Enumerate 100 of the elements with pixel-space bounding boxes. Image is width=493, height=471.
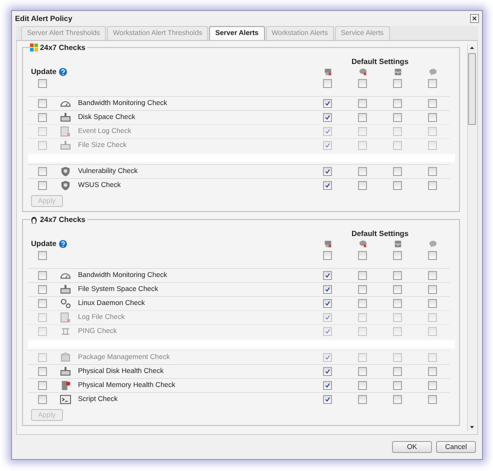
checkbox[interactable] <box>358 141 367 150</box>
checkbox[interactable] <box>323 395 332 404</box>
checkbox[interactable] <box>393 381 402 390</box>
checkbox[interactable] <box>323 127 332 136</box>
checkbox[interactable] <box>393 327 402 336</box>
memory-icon <box>60 380 71 391</box>
checkbox[interactable] <box>38 141 47 150</box>
checkbox[interactable] <box>358 313 367 322</box>
checkbox[interactable] <box>393 181 402 190</box>
checkbox[interactable] <box>428 381 437 390</box>
checkbox[interactable] <box>393 353 402 362</box>
checkbox[interactable] <box>323 299 332 308</box>
checkbox[interactable] <box>428 313 437 322</box>
checkbox[interactable] <box>38 113 47 122</box>
checkbox[interactable] <box>428 78 437 88</box>
help-icon[interactable] <box>59 240 68 248</box>
checkbox[interactable] <box>428 327 437 336</box>
checkbox[interactable] <box>393 167 402 176</box>
checkbox[interactable] <box>323 167 332 176</box>
checkbox[interactable] <box>393 127 402 136</box>
bubble-icon <box>428 240 436 248</box>
checkbox[interactable] <box>358 327 367 336</box>
checkbox[interactable] <box>358 78 367 88</box>
checkbox[interactable] <box>393 285 402 294</box>
bubble-alert-icon <box>358 240 366 248</box>
checkbox[interactable] <box>358 299 367 308</box>
checkbox[interactable] <box>323 313 332 322</box>
checkbox[interactable] <box>393 113 402 122</box>
checkbox[interactable] <box>393 141 402 150</box>
checkbox[interactable] <box>323 78 332 88</box>
checkbox[interactable] <box>38 99 47 108</box>
checkbox[interactable] <box>428 285 437 294</box>
checkbox[interactable] <box>38 367 47 376</box>
help-icon[interactable] <box>59 68 68 76</box>
checkbox[interactable] <box>38 271 47 280</box>
checkbox[interactable] <box>358 381 367 390</box>
checkbox[interactable] <box>323 271 332 280</box>
checkbox[interactable] <box>38 250 47 260</box>
checkbox[interactable] <box>428 299 437 308</box>
checkbox[interactable] <box>428 167 437 176</box>
checkbox[interactable] <box>428 99 437 108</box>
checkbox[interactable] <box>323 285 332 294</box>
checkbox[interactable] <box>393 99 402 108</box>
checkbox[interactable] <box>393 78 402 88</box>
log-icon <box>60 126 71 137</box>
checkbox[interactable] <box>323 141 332 150</box>
close-icon[interactable] <box>470 14 479 23</box>
checkbox[interactable] <box>428 141 437 150</box>
checkbox[interactable] <box>38 127 47 136</box>
checkbox[interactable] <box>358 113 367 122</box>
scroll-down-icon[interactable] <box>468 423 476 431</box>
checkbox[interactable] <box>428 127 437 136</box>
checkbox[interactable] <box>38 78 47 88</box>
scroll-thumb[interactable] <box>468 53 476 125</box>
checkbox[interactable] <box>358 271 367 280</box>
checkbox[interactable] <box>38 313 47 322</box>
checkbox[interactable] <box>38 381 47 390</box>
checkbox[interactable] <box>358 181 367 190</box>
checkbox[interactable] <box>428 250 437 260</box>
checkbox[interactable] <box>323 327 332 336</box>
checkbox[interactable] <box>323 181 332 190</box>
checkbox[interactable] <box>358 353 367 362</box>
checkbox[interactable] <box>428 113 437 122</box>
checkbox[interactable] <box>358 127 367 136</box>
checkbox[interactable] <box>323 113 332 122</box>
checkbox[interactable] <box>428 181 437 190</box>
checkbox[interactable] <box>428 353 437 362</box>
checkbox[interactable] <box>323 353 332 362</box>
checkbox[interactable] <box>428 271 437 280</box>
checkbox[interactable] <box>323 250 332 260</box>
windows-logo-icon <box>30 43 38 52</box>
network-icon <box>60 326 71 337</box>
checkbox[interactable] <box>38 285 47 294</box>
checkbox[interactable] <box>323 367 332 376</box>
checkbox[interactable] <box>38 327 47 336</box>
checkbox[interactable] <box>358 99 367 108</box>
checkbox[interactable] <box>393 367 402 376</box>
penguin-icon <box>30 215 38 224</box>
checkbox[interactable] <box>38 353 47 362</box>
checkbox[interactable] <box>323 99 332 108</box>
checkbox[interactable] <box>393 271 402 280</box>
checkbox[interactable] <box>358 395 367 404</box>
checkbox[interactable] <box>38 167 47 176</box>
checkbox[interactable] <box>323 381 332 390</box>
checkbox[interactable] <box>38 395 47 404</box>
checkbox[interactable] <box>38 299 47 308</box>
checkbox[interactable] <box>393 313 402 322</box>
checkbox[interactable] <box>428 395 437 404</box>
checkbox[interactable] <box>358 285 367 294</box>
scrollbar[interactable] <box>467 44 476 431</box>
package-icon <box>60 352 71 363</box>
checkbox[interactable] <box>358 367 367 376</box>
checkbox[interactable] <box>393 299 402 308</box>
checkbox[interactable] <box>393 250 402 260</box>
checkbox[interactable] <box>358 250 367 260</box>
checkbox[interactable] <box>393 395 402 404</box>
drive-icon <box>60 140 71 151</box>
checkbox[interactable] <box>358 167 367 176</box>
checkbox[interactable] <box>428 367 437 376</box>
checkbox[interactable] <box>38 181 47 190</box>
